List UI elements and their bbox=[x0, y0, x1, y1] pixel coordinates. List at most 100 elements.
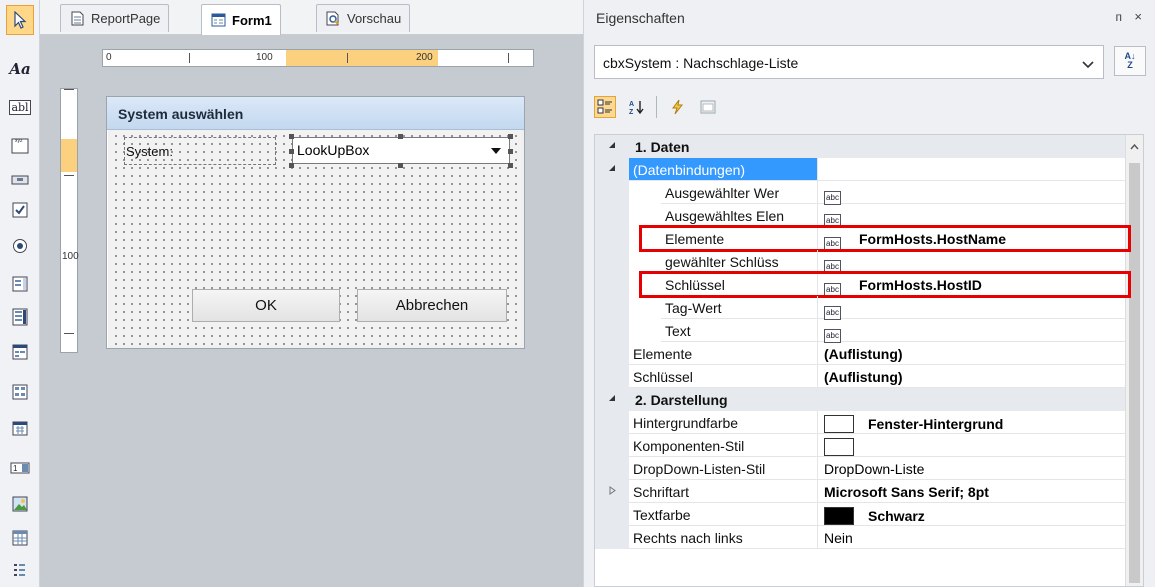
events-icon[interactable] bbox=[666, 96, 688, 118]
checkedlist-tool-icon[interactable] bbox=[10, 342, 30, 362]
groupbox-tool-icon[interactable]: xyz bbox=[10, 135, 30, 155]
categorized-view-icon[interactable] bbox=[594, 96, 616, 118]
close-icon[interactable]: × bbox=[1134, 9, 1142, 24]
binding-abc-icon[interactable]: abc bbox=[824, 329, 841, 343]
system-label[interactable]: System: bbox=[124, 137, 276, 165]
property-row[interactable]: Hintergrundfarbe Fenster-Hintergrund bbox=[595, 411, 1125, 434]
highlight-box bbox=[639, 271, 1131, 298]
button-tool-icon[interactable] bbox=[10, 170, 30, 190]
tab-reportpage[interactable]: ReportPage bbox=[60, 4, 170, 32]
collapse-icon[interactable] bbox=[608, 164, 616, 175]
property-row[interactable]: Ausgewählter Wer abc bbox=[595, 181, 1125, 205]
textbox-tool-icon[interactable]: abl bbox=[9, 97, 31, 117]
radiobutton-tool-icon[interactable] bbox=[10, 236, 30, 256]
form-body[interactable]: System: LookUpBox OK Abbrechen bbox=[110, 130, 521, 345]
property-value[interactable]: Schwarz bbox=[817, 503, 1125, 526]
selection-handle[interactable] bbox=[508, 149, 513, 154]
row-gutter bbox=[595, 135, 629, 158]
collapse-icon[interactable] bbox=[608, 141, 616, 152]
property-pages-icon[interactable] bbox=[697, 96, 719, 118]
color-swatch bbox=[824, 507, 854, 525]
collapse-icon[interactable] bbox=[608, 394, 616, 405]
row-gutter bbox=[595, 411, 629, 434]
tab-form1[interactable]: Form1 bbox=[201, 4, 281, 35]
property-value[interactable]: abc bbox=[817, 319, 1125, 343]
binding-abc-icon[interactable]: abc bbox=[824, 306, 841, 320]
sort-alphabetical-button[interactable]: A↓Z bbox=[1114, 46, 1146, 76]
row-gutter bbox=[595, 227, 629, 250]
property-value[interactable]: Nein bbox=[817, 526, 1125, 549]
property-value[interactable]: abc bbox=[817, 181, 1125, 205]
expand-icon[interactable] bbox=[609, 485, 616, 498]
color-swatch bbox=[824, 438, 854, 456]
property-value[interactable] bbox=[817, 158, 1125, 181]
property-row[interactable]: Textfarbe Schwarz bbox=[595, 503, 1125, 526]
selection-handle[interactable] bbox=[398, 163, 403, 168]
property-row[interactable]: Schlüssel (Auflistung) bbox=[595, 365, 1125, 388]
property-value[interactable]: (Auflistung) bbox=[817, 342, 1125, 365]
selection-handle[interactable] bbox=[289, 149, 294, 154]
property-value[interactable] bbox=[817, 434, 1125, 457]
numericupdown-tool-icon[interactable]: 1 bbox=[10, 458, 30, 478]
checkbox-tool-icon[interactable] bbox=[10, 200, 30, 220]
property-row[interactable]: DropDown-Listen-Stil DropDown-Liste bbox=[595, 457, 1125, 480]
property-value[interactable]: abc bbox=[817, 296, 1125, 320]
property-value[interactable]: Fenster-Hintergrund bbox=[817, 411, 1125, 434]
pointer-icon[interactable] bbox=[6, 5, 34, 35]
property-row[interactable]: Tag-Wert abc bbox=[595, 296, 1125, 320]
preview-icon bbox=[325, 11, 341, 27]
row-gutter bbox=[595, 526, 629, 549]
list-tool-icon[interactable] bbox=[10, 560, 30, 580]
property-value[interactable]: abc bbox=[817, 250, 1125, 274]
property-name: DropDown-Listen-Stil bbox=[629, 457, 817, 480]
selection-handle[interactable] bbox=[508, 163, 513, 168]
selection-handle[interactable] bbox=[289, 163, 294, 168]
cancel-button[interactable]: Abbrechen bbox=[357, 289, 507, 322]
combobox-tool-icon[interactable] bbox=[10, 307, 30, 327]
property-value[interactable]: Microsoft Sans Serif; 8pt bbox=[817, 480, 1125, 503]
form-icon bbox=[210, 12, 226, 28]
selection-handle[interactable] bbox=[289, 134, 294, 139]
property-row[interactable]: Elemente (Auflistung) bbox=[595, 342, 1125, 365]
grid-tool-icon[interactable] bbox=[10, 528, 30, 548]
vertical-scrollbar[interactable] bbox=[1125, 135, 1143, 586]
ruler-label: 200 bbox=[416, 52, 433, 63]
listbox-tool-icon[interactable] bbox=[10, 274, 30, 294]
svg-text:xyz: xyz bbox=[15, 138, 23, 144]
property-name: Text bbox=[661, 319, 817, 342]
lookup-box[interactable]: LookUpBox bbox=[292, 137, 510, 164]
calendar-tool-icon[interactable] bbox=[10, 418, 30, 438]
property-name: 2. Darstellung bbox=[629, 388, 1125, 411]
form-window[interactable]: System auswählen System: LookUpBox OK Ab… bbox=[106, 96, 525, 349]
property-value[interactable]: (Auflistung) bbox=[817, 365, 1125, 388]
row-gutter bbox=[595, 319, 629, 342]
pin-icon[interactable]: ᴨ bbox=[1116, 10, 1123, 24]
property-row[interactable]: Ausgewähltes Elen abc bbox=[595, 204, 1125, 228]
property-category[interactable]: 2. Darstellung bbox=[595, 388, 1125, 411]
selection-handle[interactable] bbox=[508, 134, 513, 139]
picturebox-tool-icon[interactable] bbox=[10, 494, 30, 514]
binding-abc-icon[interactable]: abc bbox=[824, 191, 841, 205]
scroll-up-icon[interactable] bbox=[1130, 142, 1139, 153]
label-tool-text: Aa bbox=[9, 60, 31, 78]
property-row[interactable]: Schriftart Microsoft Sans Serif; 8pt bbox=[595, 480, 1125, 503]
property-value[interactable]: abc bbox=[817, 204, 1125, 228]
ok-button[interactable]: OK bbox=[192, 289, 340, 322]
property-name: Textfarbe bbox=[629, 503, 817, 526]
object-selector[interactable]: cbxSystem : Nachschlage-Liste bbox=[594, 45, 1104, 79]
property-name: Ausgewähltes Elen bbox=[661, 204, 817, 227]
alphabetical-view-icon[interactable]: AZ bbox=[625, 96, 647, 118]
property-value[interactable]: DropDown-Liste bbox=[817, 457, 1125, 480]
selection-handle[interactable] bbox=[398, 134, 403, 139]
dropdown-arrow-icon[interactable] bbox=[488, 143, 504, 159]
property-row[interactable]: gewählter Schlüss abc bbox=[595, 250, 1125, 274]
treeview-tool-icon[interactable] bbox=[10, 382, 30, 402]
ruler-tick bbox=[64, 89, 74, 90]
property-category[interactable]: 1. Daten bbox=[595, 135, 1125, 158]
property-row[interactable]: Text abc bbox=[595, 319, 1125, 343]
property-row[interactable]: (Datenbindungen) bbox=[595, 158, 1125, 181]
label-tool-icon[interactable]: Aa bbox=[9, 59, 31, 79]
property-row[interactable]: Rechts nach links Nein bbox=[595, 526, 1125, 549]
tab-vorschau[interactable]: Vorschau bbox=[316, 4, 411, 32]
property-row[interactable]: Komponenten-Stil bbox=[595, 434, 1125, 457]
